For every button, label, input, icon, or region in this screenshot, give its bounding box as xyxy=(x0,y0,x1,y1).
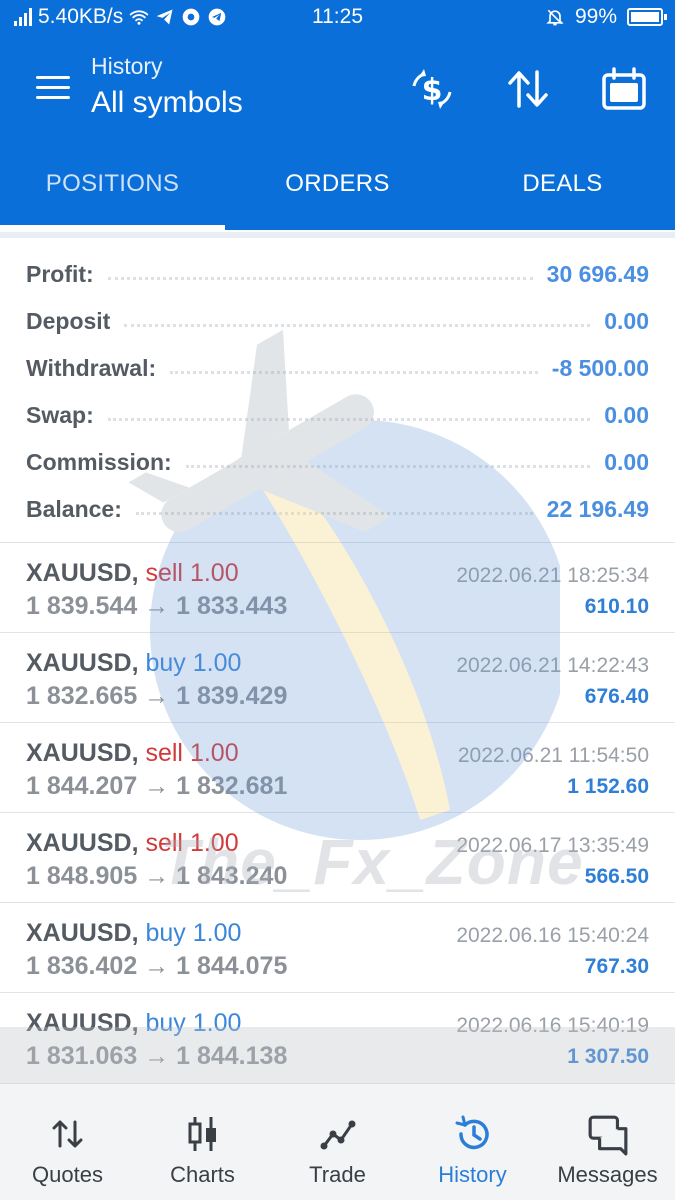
deal-symbol: XAUUSD, sell 1.00 xyxy=(26,829,239,857)
deal-row[interactable]: XAUUSD, buy 1.00 1 836.402 → 1 844.075 2… xyxy=(0,902,675,992)
deal-side: buy xyxy=(145,649,186,677)
summary-commission-row: Commission: 0.00 xyxy=(26,442,649,482)
summary-balance-row: Balance: 22 196.49 xyxy=(26,489,649,529)
deal-profit: 566.50 xyxy=(584,865,649,888)
summary-label: Profit: xyxy=(26,260,94,287)
deal-row[interactable]: XAUUSD, buy 1.00 1 832.665 → 1 839.429 2… xyxy=(0,632,675,722)
summary-value: 0.00 xyxy=(604,401,649,428)
summary-swap-row: Swap: 0.00 xyxy=(26,395,649,435)
deal-profit: 610.10 xyxy=(584,595,649,618)
summary-label: Swap: xyxy=(26,401,94,428)
charts-icon xyxy=(188,1117,216,1151)
sort-icon[interactable] xyxy=(504,66,552,112)
battery-icon xyxy=(627,8,667,26)
status-right: 99% xyxy=(545,5,667,29)
leader-dots xyxy=(107,268,533,280)
account-summary: Profit: 30 696.49 Deposit 0.00 Withdrawa… xyxy=(0,232,675,542)
nav-messages[interactable]: Messages xyxy=(540,1084,675,1200)
deal-volume: 1.00 xyxy=(189,739,239,767)
deal-symbol: XAUUSD, sell 1.00 xyxy=(26,739,239,767)
deal-row[interactable]: XAUUSD, sell 1.00 1 844.207 → 1 832.681 … xyxy=(0,722,675,812)
leader-dots xyxy=(135,503,533,515)
summary-label: Withdrawal: xyxy=(26,354,157,381)
deal-symbol: XAUUSD, buy 1.00 xyxy=(26,919,242,947)
summary-value: 0.00 xyxy=(604,307,649,334)
deal-prices: 1 836.402 → 1 844.075 xyxy=(26,952,288,980)
deal-time: 2022.06.16 15:40:24 xyxy=(456,924,649,947)
arrow-right-icon: → xyxy=(144,952,170,980)
quotes-icon xyxy=(52,1120,82,1148)
currency-exchange-icon[interactable]: $ xyxy=(408,66,456,112)
history-icon xyxy=(455,1115,489,1150)
nav-charts[interactable]: Charts xyxy=(135,1084,270,1200)
deal-time: 2022.06.17 13:35:49 xyxy=(456,834,649,857)
deal-time: 2022.06.21 18:25:34 xyxy=(456,564,649,587)
deal-volume: 1.00 xyxy=(189,559,239,587)
tab-deals[interactable]: DEALS xyxy=(450,138,675,230)
deal-profit: 676.40 xyxy=(584,685,649,708)
page-title[interactable]: All symbols xyxy=(91,86,243,120)
nav-trade[interactable]: Trade xyxy=(270,1084,405,1200)
page-subtitle: History xyxy=(91,53,163,79)
deal-prices: 1 844.207 → 1 832.681 xyxy=(26,772,288,800)
tab-positions[interactable]: POSITIONS xyxy=(0,138,225,230)
deal-profit: 767.30 xyxy=(584,955,649,978)
deal-symbol: XAUUSD, sell 1.00 xyxy=(26,559,239,587)
deal-time: 2022.06.21 14:22:43 xyxy=(456,654,649,677)
arrow-right-icon: → xyxy=(144,862,170,890)
arrow-right-icon: → xyxy=(144,592,170,620)
arrow-right-icon: → xyxy=(144,682,170,710)
deal-side: sell xyxy=(145,559,183,587)
leader-dots xyxy=(170,362,538,374)
leader-dots xyxy=(185,456,591,468)
deal-prices: 1 848.905 → 1 843.240 xyxy=(26,862,288,890)
leader-dots xyxy=(107,409,591,421)
summary-label: Balance: xyxy=(26,495,122,522)
app-bar: History All symbols $ xyxy=(0,36,675,138)
trade-icon xyxy=(320,1120,355,1150)
tab-orders[interactable]: ORDERS xyxy=(225,138,450,230)
deal-side: buy xyxy=(145,919,186,947)
summary-value: 0.00 xyxy=(604,448,649,475)
summary-value: 30 696.49 xyxy=(546,260,649,287)
deal-row[interactable]: XAUUSD, sell 1.00 1 839.544 → 1 833.443 … xyxy=(0,542,675,632)
status-bar: 5.40KB/s 11:25 99% xyxy=(0,0,675,36)
deal-prices: 1 832.665 → 1 839.429 xyxy=(26,682,288,710)
leader-dots xyxy=(124,315,591,327)
summary-value: -8 500.00 xyxy=(551,354,649,381)
deal-side: sell xyxy=(145,829,183,857)
history-tabs: POSITIONS ORDERS DEALS xyxy=(0,138,675,230)
summary-value: 22 196.49 xyxy=(546,495,649,522)
bottom-navigation: Quotes Charts Trade History Messages xyxy=(0,1083,675,1200)
deal-volume: 1.00 xyxy=(192,649,242,677)
battery-percent: 99% xyxy=(574,5,617,28)
messages-icon xyxy=(588,1115,627,1156)
deal-row[interactable]: XAUUSD, sell 1.00 1 848.905 → 1 843.240 … xyxy=(0,812,675,902)
nav-quotes[interactable]: Quotes xyxy=(0,1084,135,1200)
deal-symbol: XAUUSD, buy 1.00 xyxy=(26,649,242,677)
summary-label: Deposit xyxy=(26,307,111,334)
deal-side: sell xyxy=(145,739,183,767)
calendar-icon[interactable] xyxy=(600,66,648,112)
deal-prices: 1 839.544 → 1 833.443 xyxy=(26,592,288,620)
bottom-shade xyxy=(0,1027,675,1083)
nav-history[interactable]: History xyxy=(405,1084,540,1200)
deal-volume: 1.00 xyxy=(189,829,239,857)
summary-withdrawal-row: Withdrawal: -8 500.00 xyxy=(26,348,649,388)
summary-profit-row: Profit: 30 696.49 xyxy=(26,254,649,294)
deal-volume: 1.00 xyxy=(192,919,242,947)
menu-icon[interactable] xyxy=(36,76,70,100)
summary-label: Commission: xyxy=(26,448,172,475)
mute-bell-icon xyxy=(546,9,564,26)
deal-profit: 1 152.60 xyxy=(567,775,649,798)
summary-deposit-row: Deposit 0.00 xyxy=(26,301,649,341)
arrow-right-icon: → xyxy=(144,772,170,800)
deal-time: 2022.06.21 11:54:50 xyxy=(457,744,649,767)
